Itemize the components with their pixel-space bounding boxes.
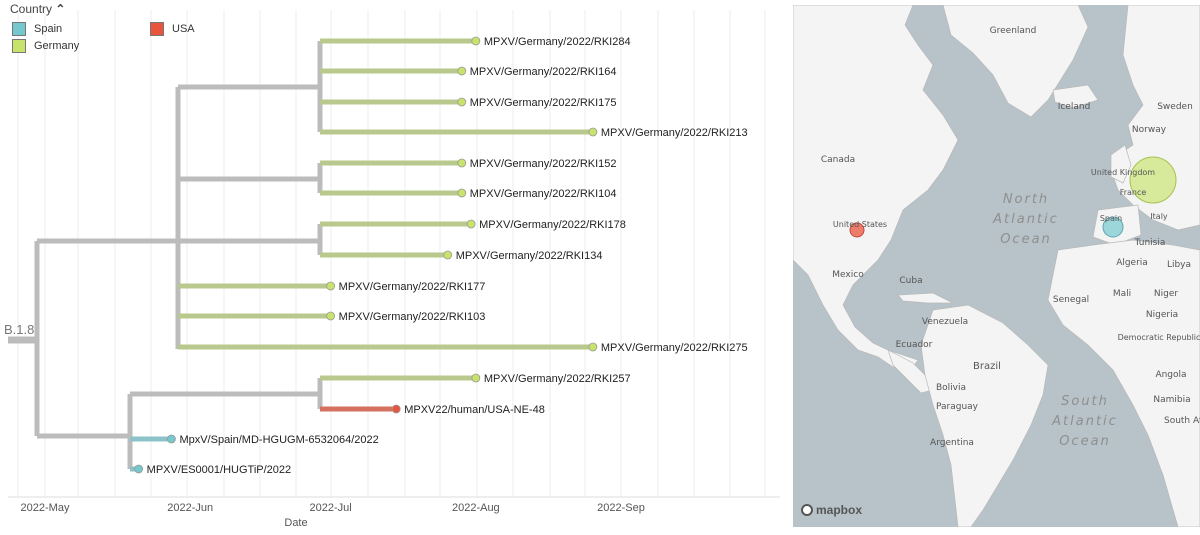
map-label-south-africa: South Af bbox=[1164, 416, 1200, 426]
map-label-canada: Canada bbox=[821, 155, 855, 165]
map-label-france: France bbox=[1120, 188, 1147, 197]
map-label-angola: Angola bbox=[1155, 370, 1186, 380]
legend-item-spain[interactable]: Spain bbox=[12, 22, 62, 36]
tip-label: MPXV/Germany/2022/RKI178 bbox=[479, 219, 626, 231]
legend-swatch-spain bbox=[12, 22, 26, 36]
date-tick-label: 2022-Sep bbox=[597, 502, 645, 514]
legend-label: Spain bbox=[34, 23, 63, 35]
legend-title: Country bbox=[10, 2, 53, 16]
map-label-south-atlantic: Atlantic bbox=[1051, 414, 1118, 429]
tip-label: MPXV/Germany/2022/RKI152 bbox=[470, 158, 617, 170]
map-label-iceland: Iceland bbox=[1058, 102, 1091, 112]
mapbox-icon bbox=[801, 504, 813, 516]
map-label-italy: Italy bbox=[1150, 212, 1168, 221]
map-label-mexico: Mexico bbox=[832, 270, 864, 280]
tip-label: MPXV/Germany/2022/RKI103 bbox=[339, 311, 486, 323]
map-label-nigeria: Nigeria bbox=[1146, 310, 1178, 320]
map-label-brazil: Brazil bbox=[973, 361, 1001, 372]
legend-swatch-usa bbox=[150, 22, 164, 36]
tip-label: MPXV/Germany/2022/RKI284 bbox=[484, 36, 631, 48]
tip-label: MPXV22/human/USA-NE-48 bbox=[404, 404, 545, 416]
tip-node bbox=[326, 311, 336, 321]
tip-node bbox=[471, 373, 481, 383]
tip-label: MPXV/Germany/2022/RKI257 bbox=[484, 373, 631, 385]
root-label: B.1.8 bbox=[4, 322, 34, 337]
map-label-cuba: Cuba bbox=[899, 276, 922, 286]
map-label-north-atlantic: Atlantic bbox=[992, 212, 1059, 227]
map-label-democratic-republic: Democratic Republic of the Congo bbox=[1118, 333, 1200, 342]
tip-node bbox=[326, 281, 336, 291]
tip-node bbox=[391, 404, 401, 414]
tip-label: MPXV/Germany/2022/RKI134 bbox=[456, 250, 603, 262]
map-label-sweden: Sweden bbox=[1157, 102, 1193, 112]
tip-label: MPXV/Germany/2022/RKI175 bbox=[470, 97, 617, 109]
tip-label: MPXV/Germany/2022/RKI275 bbox=[601, 342, 748, 354]
map-label-north-atlantic: Ocean bbox=[1000, 232, 1052, 247]
map-label-north-atlantic: North bbox=[1003, 192, 1049, 207]
map-panel[interactable]: Greenland Iceland Sweden Norway Canada United… bbox=[793, 5, 1200, 527]
tip-node bbox=[588, 342, 598, 352]
date-tick-label: 2022-Jul bbox=[310, 502, 352, 514]
map-label-namibia: Namibia bbox=[1153, 395, 1190, 405]
legend-label: USA bbox=[172, 23, 195, 35]
map-label-algeria: Algeria bbox=[1116, 258, 1148, 268]
world-map[interactable]: Greenland Iceland Sweden Norway Canada United… bbox=[793, 5, 1200, 527]
date-tick-label: 2022-Aug bbox=[452, 502, 500, 514]
phylogenetic-tree-panel: 2022-May 2022-Jun 2022-Jul 2022-Aug 2022-Sep… bbox=[0, 0, 780, 535]
map-label-paraguay: Paraguay bbox=[936, 402, 979, 412]
map-label-libya: Libya bbox=[1167, 260, 1191, 270]
tip-node bbox=[588, 127, 598, 137]
date-tick-label: 2022-Jun bbox=[167, 502, 213, 514]
landmass-south-america bbox=[920, 304, 1049, 527]
map-label-south-atlantic: South bbox=[1061, 394, 1109, 409]
tip-label: MPXV/Germany/2022/RKI164 bbox=[470, 66, 617, 78]
tip-label: MPXV/ES0001/HUGTiP/2022 bbox=[147, 464, 292, 476]
map-label-greenland: Greenland bbox=[990, 26, 1037, 36]
landmass-cuba bbox=[897, 292, 954, 304]
mapbox-logo[interactable]: mapbox bbox=[801, 503, 862, 517]
map-label-spain: Spain bbox=[1100, 214, 1122, 223]
tip-label: MpxV/Spain/MD-HGUGM-6532064/2022 bbox=[179, 434, 378, 446]
tip-node bbox=[471, 36, 481, 46]
map-label-mali: Mali bbox=[1113, 289, 1131, 299]
tip-label: MPXV/Germany/2022/RKI213 bbox=[601, 127, 748, 139]
legend-label: Germany bbox=[34, 40, 80, 52]
phylogenetic-tree: 2022-May 2022-Jun 2022-Jul 2022-Aug 2022-Sep… bbox=[4, 10, 780, 529]
map-label-senegal: Senegal bbox=[1053, 295, 1089, 305]
map-label-south-atlantic: Ocean bbox=[1059, 434, 1111, 449]
mapbox-label: mapbox bbox=[816, 503, 863, 517]
tip-node bbox=[134, 464, 144, 474]
landmass-africa bbox=[1047, 239, 1200, 527]
tip-label: MPXV/Germany/2022/RKI104 bbox=[470, 188, 617, 200]
tip-label: MPXV/Germany/2022/RKI177 bbox=[339, 281, 486, 293]
x-axis-title: Date bbox=[284, 517, 307, 529]
map-label-niger: Niger bbox=[1154, 289, 1178, 299]
tip-node bbox=[443, 250, 453, 260]
legend-toggle[interactable]: Country ⌃ bbox=[10, 2, 65, 16]
map-label-bolivia: Bolivia bbox=[936, 383, 966, 393]
tip-node bbox=[457, 188, 467, 198]
date-tick-label: 2022-May bbox=[21, 502, 70, 514]
map-label-venezuela: Venezuela bbox=[922, 317, 968, 327]
chevron-up-icon[interactable]: ⌃ bbox=[55, 2, 65, 16]
tip-node bbox=[457, 97, 467, 107]
map-label-united-states: United States bbox=[833, 220, 887, 229]
tip-node bbox=[466, 219, 476, 229]
tip-node bbox=[457, 66, 467, 76]
legend-item-usa[interactable]: USA bbox=[150, 22, 195, 36]
legend-item-germany[interactable]: Germany bbox=[12, 39, 79, 53]
legend-swatch-germany bbox=[12, 39, 26, 53]
map-label-united-kingdom: United Kingdom bbox=[1091, 168, 1155, 177]
map-label-argentina: Argentina bbox=[930, 438, 974, 448]
tip-node bbox=[167, 434, 176, 444]
map-label-norway: Norway bbox=[1132, 125, 1167, 135]
map-label-tunisia: Tunisia bbox=[1134, 238, 1166, 248]
tip-node bbox=[457, 158, 467, 168]
map-label-ecuador: Ecuador bbox=[896, 340, 933, 350]
